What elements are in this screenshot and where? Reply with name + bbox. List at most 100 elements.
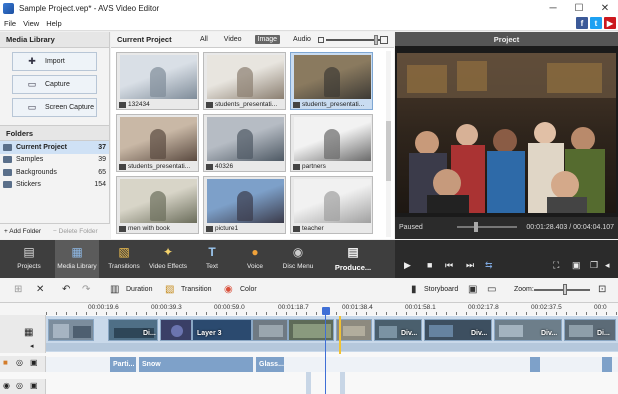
video-clip[interactable] (288, 319, 334, 341)
folder-samples[interactable]: Samples 39 (0, 154, 109, 167)
screen-capture-button[interactable]: ▭ Screen Capture (12, 98, 97, 117)
lock-icon[interactable]: ◉ (3, 381, 10, 390)
timeline-ruler[interactable]: 00:00:19.6 00:00:39.3 00:00:59.0 00:01:1… (0, 303, 618, 315)
media-thumbnail[interactable]: 40326 (203, 114, 286, 172)
capture-button[interactable]: ▭ Capture (12, 75, 97, 94)
filter-all[interactable]: All (197, 35, 211, 44)
maximize-button[interactable]: ☐ (566, 0, 592, 17)
seek-slider[interactable] (457, 226, 517, 228)
video-clip[interactable]: Div... (494, 319, 562, 341)
fullscreen-icon[interactable]: ⛶ (553, 260, 559, 271)
projects-button[interactable]: ▤ Projects (7, 240, 51, 278)
storyboard-icon[interactable]: ▮ (411, 284, 417, 295)
redo-icon[interactable]: ↷ (82, 284, 90, 295)
visibility-icon[interactable]: ◎ (16, 381, 23, 390)
color-button[interactable]: Color (240, 286, 257, 293)
video-clip-layer[interactable]: Layer 3 (192, 319, 252, 341)
folder-current-project[interactable]: Current Project 37 (0, 141, 109, 154)
storyboard-button[interactable]: Storyboard (424, 286, 458, 293)
playhead-handle[interactable] (322, 307, 330, 315)
camera-icon: ▭ (27, 79, 37, 89)
transition-icon[interactable]: ▧ (165, 284, 174, 295)
video-clip[interactable] (48, 319, 94, 341)
thumbnail-size-slider[interactable] (318, 35, 388, 45)
loop-icon[interactable]: ⇆ (485, 260, 493, 271)
effect-clip[interactable]: Glass... (256, 357, 284, 372)
video-clip[interactable] (160, 319, 192, 341)
effect-clip[interactable] (530, 357, 540, 372)
video-clip[interactable]: Di... (564, 319, 616, 341)
minimize-button[interactable]: ─ (540, 0, 566, 17)
disc-menu-button[interactable]: ◉ Disc Menu (274, 240, 322, 278)
add-folder-button[interactable]: + Add Folder (4, 228, 41, 235)
overlay-marker[interactable] (340, 372, 345, 394)
trim-icon[interactable]: ⊞ (14, 284, 22, 295)
transition-button[interactable]: Transition (181, 286, 211, 293)
filter-image[interactable]: Image (254, 35, 281, 44)
video-clip[interactable] (252, 319, 288, 341)
browser-scrollbar[interactable] (386, 51, 391, 237)
slider-knob[interactable] (374, 35, 378, 45)
video-effects-button[interactable]: ✦ Video Effects (146, 240, 190, 278)
color-icon[interactable]: ◉ (224, 284, 233, 295)
media-thumbnail[interactable]: 132434 (116, 52, 199, 110)
media-thumbnail[interactable]: students_presentati... (203, 52, 286, 110)
import-label: Import (45, 58, 65, 65)
folder-backgrounds[interactable]: Backgrounds 65 (0, 166, 109, 179)
clip-thumb (49, 320, 93, 340)
text-button[interactable]: T Text (190, 240, 234, 278)
produce-button[interactable]: ▤ Produce... (330, 240, 376, 278)
volume-icon[interactable]: ◂ (605, 260, 610, 271)
video-clip[interactable] (336, 319, 372, 341)
menu-help[interactable]: Help (46, 19, 61, 28)
scrollbar-thumb[interactable] (386, 121, 391, 181)
filter-audio[interactable]: Audio (290, 35, 314, 44)
close-button[interactable]: ✕ (592, 0, 618, 17)
media-library-button[interactable]: ▦ Media Library (55, 240, 99, 278)
effect-clip[interactable]: Parti... (110, 357, 136, 372)
display-icon[interactable]: ▭ (487, 284, 496, 295)
timeline-zoom-slider[interactable] (534, 289, 590, 291)
media-thumbnail[interactable]: teacher (290, 176, 373, 234)
voice-button[interactable]: ● Voice (233, 240, 277, 278)
media-thumbnail[interactable]: picture1 (203, 176, 286, 234)
expand-icon[interactable]: ◂ (30, 342, 34, 350)
snapshot-timeline-icon[interactable]: ▣ (468, 284, 477, 295)
timeline-zoom-knob[interactable] (563, 284, 567, 295)
twitter-icon[interactable]: t (590, 17, 602, 29)
folder-stickers[interactable]: Stickers 154 (0, 179, 109, 192)
visibility-icon[interactable]: ◎ (16, 358, 23, 367)
seek-handle[interactable] (474, 222, 478, 232)
detach-icon[interactable]: ❐ (590, 260, 598, 271)
duration-button[interactable]: Duration (126, 286, 152, 293)
stop-icon[interactable]: ■ (427, 260, 432, 270)
undo-icon[interactable]: ↶ (62, 284, 70, 295)
media-thumbnail[interactable]: students_presentati... (290, 52, 373, 110)
youtube-icon[interactable]: ▶ (604, 17, 616, 29)
effect-clip[interactable] (602, 357, 612, 372)
picture-icon (206, 101, 213, 108)
facebook-icon[interactable]: f (576, 17, 588, 29)
media-thumbnail[interactable]: students_presentati... (116, 114, 199, 172)
media-thumbnail[interactable]: partners (290, 114, 373, 172)
video-clip[interactable]: Div... (374, 319, 422, 341)
lock-icon[interactable]: ■ (3, 358, 8, 367)
snapshot-icon[interactable]: ▣ (572, 260, 581, 271)
play-icon[interactable]: ▶ (404, 260, 411, 271)
media-thumbnail[interactable]: men with book (116, 176, 199, 234)
effect-clip[interactable]: Snow (139, 357, 253, 372)
overlay-marker[interactable] (306, 372, 311, 394)
import-button[interactable]: ✚ Import (12, 52, 97, 71)
zoom-fit-icon[interactable]: ⊡ (598, 284, 606, 295)
transitions-button[interactable]: ▧ Transitions (102, 240, 146, 278)
menu-file[interactable]: File (4, 19, 16, 28)
delete-icon[interactable]: ✕ (36, 284, 44, 295)
delete-folder-button[interactable]: − Delete Folder (53, 228, 98, 235)
duration-icon[interactable]: ▥ (110, 284, 119, 295)
video-clip[interactable]: Div... (424, 319, 492, 341)
previous-frame-icon[interactable]: ⏮ (445, 260, 453, 271)
menu-view[interactable]: View (23, 19, 39, 28)
next-frame-icon[interactable]: ⏭ (466, 260, 474, 271)
video-clip[interactable]: Di... (108, 319, 158, 341)
filter-video[interactable]: Video (221, 35, 245, 44)
